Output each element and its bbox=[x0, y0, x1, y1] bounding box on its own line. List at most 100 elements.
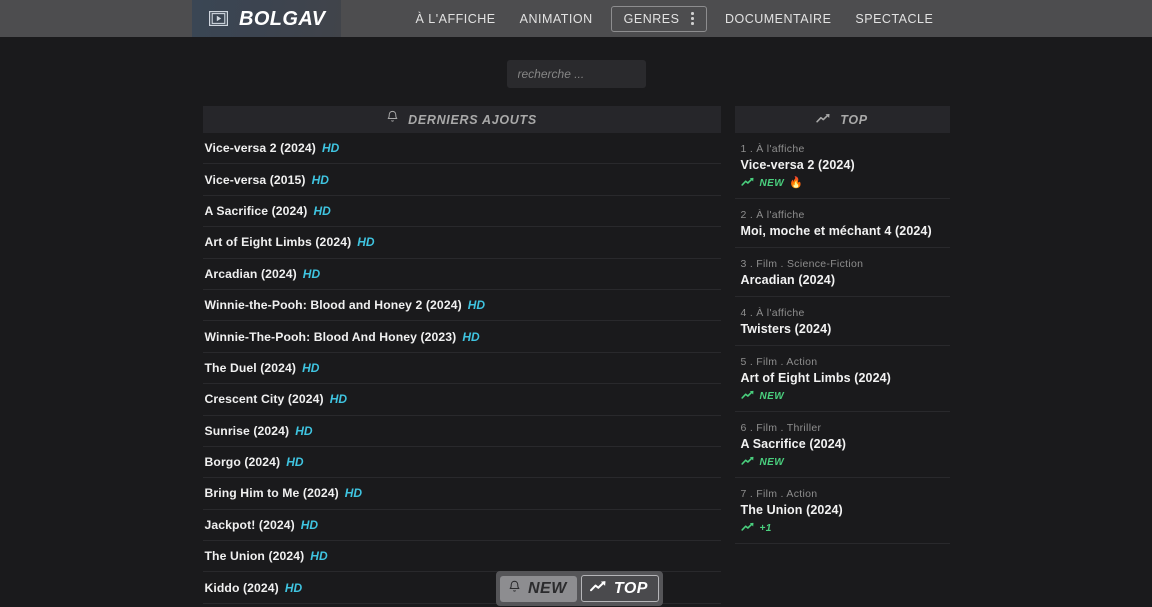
latest-item-title: Art of Eight Limbs (2024) bbox=[204, 235, 352, 250]
floating-top-button[interactable]: TOP bbox=[580, 575, 659, 602]
list-item[interactable]: Crescent City (2024) HD bbox=[202, 384, 721, 416]
latest-item-title: Vice-versa 2 (2024) bbox=[204, 141, 316, 156]
top-item-title: Moi, moche et méchant 4 (2024) bbox=[740, 224, 932, 238]
top-panel-title: TOP bbox=[840, 112, 868, 127]
top-item-title: Twisters (2024) bbox=[740, 322, 832, 336]
trending-up-icon bbox=[740, 174, 755, 192]
trending-up-icon bbox=[740, 519, 755, 537]
top-item-title: Vice-versa 2 (2024) bbox=[740, 158, 855, 172]
latest-item-title: Jackpot! (2024) bbox=[204, 517, 295, 532]
floating-new-label: NEW bbox=[528, 579, 567, 597]
latest-item-title: Winnie-the-Pooh: Blood and Honey 2 (2024… bbox=[204, 298, 462, 313]
badge-label: +1 bbox=[759, 522, 772, 534]
list-item[interactable]: The Union (2024) HD bbox=[202, 541, 721, 573]
trending-up-icon bbox=[740, 387, 755, 405]
list-item[interactable]: Borgo (2024) HD bbox=[202, 447, 721, 479]
list-item[interactable]: The Duel (2024) HD bbox=[202, 353, 721, 385]
fire-icon: 🔥 bbox=[789, 176, 803, 189]
nav-documentaire[interactable]: DOCUMENTAIRE bbox=[713, 6, 843, 32]
list-item[interactable]: Arcadian (2024) HD bbox=[202, 259, 721, 290]
floating-top-label: TOP bbox=[613, 579, 648, 597]
top-item-title: Arcadian (2024) bbox=[740, 273, 836, 287]
quality-badge: HD bbox=[295, 423, 313, 438]
badge-label: NEW bbox=[759, 177, 785, 189]
quality-badge: HD bbox=[310, 549, 328, 564]
top-item-meta: 6 . Film . Thriller bbox=[740, 422, 822, 434]
latest-item-title: Winnie-The-Pooh: Blood And Honey (2023) bbox=[204, 329, 457, 344]
quality-badge: HD bbox=[300, 517, 319, 532]
latest-item-title: The Duel (2024) bbox=[204, 360, 297, 375]
latest-item-title: A Sacrifice (2024) bbox=[204, 203, 308, 218]
trending-up-icon bbox=[589, 580, 607, 597]
latest-list: Vice-versa 2 (2024) HD Vice-versa (2015) HD… bbox=[202, 133, 721, 604]
floating-new-button[interactable]: NEW bbox=[500, 575, 577, 602]
top-item-title: The Union (2024) bbox=[740, 503, 843, 517]
latest-item-title: Crescent City (2024) bbox=[204, 392, 324, 407]
top-item-title: Art of Eight Limbs (2024) bbox=[740, 371, 891, 385]
latest-item-title: Kiddo (2024) bbox=[204, 580, 279, 595]
latest-item-title: The Union (2024) bbox=[204, 549, 305, 564]
list-item[interactable]: Winnie-the-Pooh: Blood and Honey 2 (2024… bbox=[202, 290, 721, 322]
brand-logo[interactable]: BOLGAV bbox=[192, 0, 342, 37]
brand-text: BOLGAV bbox=[239, 7, 326, 30]
top-item-title: A Sacrifice (2024) bbox=[740, 437, 847, 451]
status-badge: NEW 🔥 bbox=[740, 174, 950, 192]
nav-genres[interactable]: GENRES bbox=[610, 5, 707, 32]
latest-additions-panel: DERNIERS AJOUTS Vice-versa 2 (2024) HD Vic… bbox=[202, 106, 721, 604]
bell-icon bbox=[508, 580, 521, 598]
nav-genres-label: GENRES bbox=[623, 11, 680, 26]
kebab-menu-icon[interactable] bbox=[691, 12, 698, 25]
quality-badge: HD bbox=[462, 329, 480, 344]
list-item[interactable]: 4 . À l'affiche Twisters (2024) bbox=[734, 297, 950, 346]
bell-icon bbox=[386, 110, 399, 129]
status-badge: +1 bbox=[740, 519, 950, 537]
top-navbar: BOLGAV À L'AFFICHE ANIMATION GENRES DOCU… bbox=[0, 0, 1152, 37]
main-content: DERNIERS AJOUTS Vice-versa 2 (2024) HD Vic… bbox=[0, 88, 1152, 604]
latest-panel-header: DERNIERS AJOUTS bbox=[202, 106, 721, 133]
list-item[interactable]: Vice-versa 2 (2024) HD bbox=[202, 133, 721, 165]
top-panel-header: TOP bbox=[734, 106, 950, 133]
search-input[interactable] bbox=[506, 60, 646, 88]
top-panel: TOP 1 . À l'affiche Vice-versa 2 (2024) NE… bbox=[734, 106, 950, 604]
quality-badge: HD bbox=[284, 580, 303, 595]
latest-panel-title: DERNIERS AJOUTS bbox=[408, 112, 537, 127]
nav-animation[interactable]: ANIMATION bbox=[508, 6, 605, 32]
search-area bbox=[0, 37, 1152, 88]
list-item[interactable]: A Sacrifice (2024) HD bbox=[202, 196, 721, 228]
top-item-meta: 2 . À l'affiche bbox=[740, 209, 805, 221]
list-item[interactable]: Sunrise (2024) HD bbox=[202, 416, 721, 447]
nav-spectacle[interactable]: SPECTACLE bbox=[843, 6, 945, 32]
quality-badge: HD bbox=[302, 360, 320, 375]
latest-item-title: Arcadian (2024) bbox=[204, 266, 297, 281]
film-play-icon bbox=[208, 10, 229, 27]
list-item[interactable]: Jackpot! (2024) HD bbox=[202, 510, 721, 542]
top-list: 1 . À l'affiche Vice-versa 2 (2024) NEW 🔥 2 … bbox=[734, 133, 950, 544]
quality-badge: HD bbox=[467, 298, 486, 313]
latest-item-title: Bring Him to Me (2024) bbox=[204, 486, 339, 501]
list-item[interactable]: 5 . Film . Action Art of Eight Limbs (202… bbox=[734, 346, 950, 412]
list-item[interactable]: 6 . Film . Thriller A Sacrifice (2024) NEW bbox=[734, 412, 950, 478]
list-item[interactable]: 1 . À l'affiche Vice-versa 2 (2024) NEW 🔥 bbox=[734, 133, 950, 199]
list-item[interactable]: 3 . Film . Science-Fiction Arcadian (2024… bbox=[734, 248, 950, 297]
badge-label: NEW bbox=[759, 456, 785, 468]
top-item-meta: 4 . À l'affiche bbox=[740, 307, 805, 319]
latest-item-title: Sunrise (2024) bbox=[204, 423, 290, 438]
nav-links: À L'AFFICHE ANIMATION GENRES DOCUMENTAIR… bbox=[403, 0, 945, 37]
status-badge: NEW bbox=[740, 456, 950, 468]
list-item[interactable]: 7 . Film . Action The Union (2024) +1 bbox=[734, 478, 950, 544]
badge-label: NEW bbox=[759, 390, 785, 402]
quality-badge: HD bbox=[357, 235, 375, 250]
quality-badge: HD bbox=[329, 392, 348, 407]
status-badge: NEW bbox=[740, 387, 950, 405]
list-item[interactable]: Vice-versa (2015) HD bbox=[202, 164, 721, 196]
nav-a-laffiche[interactable]: À L'AFFICHE bbox=[403, 6, 507, 32]
list-item[interactable]: Winnie-The-Pooh: Blood And Honey (2023) H… bbox=[202, 321, 721, 353]
list-item[interactable]: Bring Him to Me (2024) HD bbox=[202, 478, 721, 510]
quality-badge: HD bbox=[313, 203, 331, 218]
top-item-meta: 5 . Film . Action bbox=[740, 356, 818, 368]
list-item[interactable]: 2 . À l'affiche Moi, moche et méchant 4 (… bbox=[734, 199, 950, 248]
quality-badge: HD bbox=[311, 172, 329, 187]
trending-up-icon bbox=[816, 111, 831, 129]
latest-item-title: Vice-versa (2015) bbox=[204, 172, 306, 187]
list-item[interactable]: Art of Eight Limbs (2024) HD bbox=[202, 227, 721, 259]
